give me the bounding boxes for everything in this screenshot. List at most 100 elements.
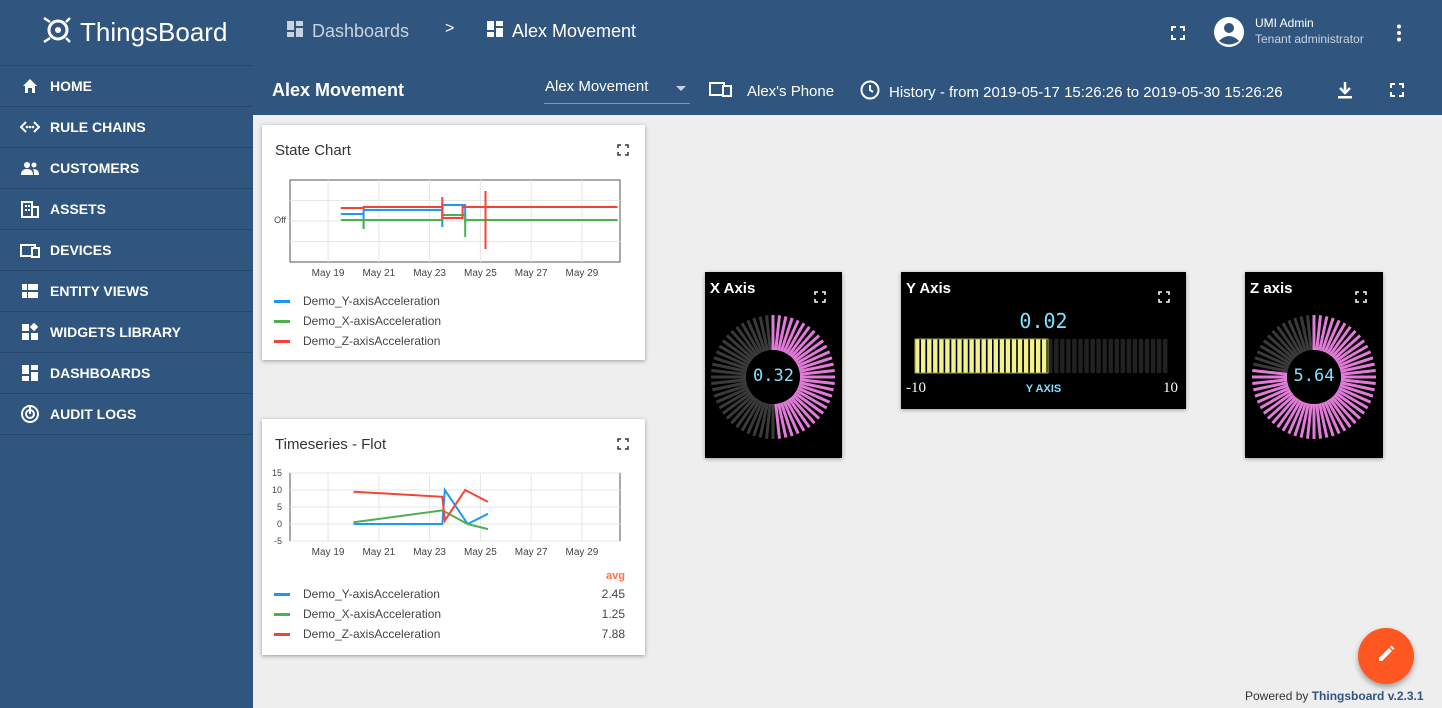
sidebar-item-label: WIDGETS LIBRARY	[50, 324, 181, 340]
gauge-bar-segment	[957, 339, 962, 373]
x-tick-label: May 27	[515, 547, 548, 558]
account-circle-icon	[1213, 16, 1245, 53]
download-icon[interactable]	[1337, 81, 1353, 104]
state-select[interactable]: Alex Movement	[544, 78, 690, 104]
gauge-bar-segment	[951, 339, 956, 373]
legend-item[interactable]: Demo_Z-axisAcceleration	[274, 331, 441, 351]
legend-avg-value: 1.25	[601, 607, 625, 621]
gauge-bar-segment	[921, 339, 926, 373]
devices-icon	[20, 240, 40, 260]
devices-icon	[709, 81, 733, 101]
legend-label: Demo_X-axisAcceleration	[303, 314, 442, 328]
legend-swatch	[274, 319, 290, 323]
widget-title: Z axis	[1250, 280, 1293, 297]
gauge-bar-segment	[1102, 339, 1107, 373]
x-tick-label: May 25	[464, 547, 497, 558]
gauge-bar-segment	[981, 339, 986, 373]
sidebar-item-dashboards[interactable]: DASHBOARDS	[0, 353, 253, 394]
sidebar-item-label: HOME	[50, 78, 92, 94]
sidebar-item-label: DASHBOARDS	[50, 365, 151, 381]
legend-swatch	[274, 339, 290, 343]
state-chart-plot: May 19 May 21 May 23 May 25 May 27 May 29 Off	[274, 179, 621, 279]
entity-views-icon	[20, 281, 40, 301]
dashboard-title: Alex Movement	[272, 80, 405, 100]
legend-item[interactable]: Demo_Z-axisAcceleration 7.88	[274, 624, 629, 644]
gauge-bar-segment	[1023, 339, 1029, 373]
clock-icon	[860, 80, 880, 104]
gauge-bar-segment	[993, 339, 998, 373]
fullscreen-icon[interactable]	[1171, 26, 1185, 45]
dashboards-icon	[20, 363, 40, 383]
sidebar-item-customers[interactable]: CUSTOMERS	[0, 148, 253, 189]
rule-chains-icon	[20, 117, 40, 137]
avg-header: avg	[606, 570, 625, 582]
powered-prefix: Powered by	[1245, 689, 1309, 703]
gauge-bar-segment	[1108, 339, 1113, 373]
dashboard-toolbar: Alex Movement Alex Movement Alex's Phone…	[253, 66, 1442, 115]
fullscreen-icon[interactable]	[814, 290, 826, 308]
x-tick-label: May 25	[464, 268, 497, 279]
entity-select[interactable]: Alex's Phone	[709, 81, 834, 101]
gauge-bar-segment	[939, 339, 944, 373]
state-chart-legend: Demo_Y-axisAcceleration Demo_X-axisAccel…	[274, 291, 441, 351]
legend-item[interactable]: Demo_X-axisAcceleration 1.25	[274, 604, 629, 624]
timeseries-widget: Timeseries - Flot 15 10 5 0 -5 May 19 May 21 Ma…	[262, 419, 645, 655]
gauge-label: Y AXIS	[1025, 383, 1062, 395]
gauge-bar-segment	[1138, 339, 1144, 373]
fullscreen-icon[interactable]	[1390, 83, 1404, 102]
gauge-bar-segment	[1163, 339, 1168, 373]
y-tick-label: 10	[272, 485, 282, 495]
state-select-value: Alex Movement	[545, 78, 649, 95]
gauge-bar-segment	[1156, 339, 1162, 373]
gauge-bar-segment	[987, 339, 992, 373]
y-axis-gauge-widget: Y Axis 0.02 -10 Y AXIS 10	[901, 272, 1186, 409]
gauge-bar-segment	[1005, 339, 1011, 373]
legend-item[interactable]: Demo_X-axisAcceleration	[274, 311, 441, 331]
timewindow-select[interactable]: History - from 2019-05-17 15:26:26 to 20…	[860, 80, 1283, 104]
legend-avg-value: 7.88	[601, 627, 625, 641]
x-tick-label: May 19	[312, 268, 345, 279]
sidebar-item-rule-chains[interactable]: RULE CHAINS	[0, 107, 253, 148]
brand[interactable]: ThingsBoard	[0, 0, 253, 66]
sidebar-item-assets[interactable]: ASSETS	[0, 189, 253, 230]
gauge-bar-segment	[1090, 339, 1095, 373]
legend-swatch	[274, 632, 290, 636]
sidebar-item-audit-logs[interactable]: AUDIT LOGS	[0, 394, 253, 435]
gauge-max: 10	[1163, 380, 1178, 396]
powered-brand-link[interactable]: Thingsboard v.2.3.1	[1312, 689, 1424, 703]
more-vert-icon[interactable]	[1396, 24, 1402, 47]
legend-swatch	[274, 299, 290, 303]
sidebar-item-label: AUDIT LOGS	[50, 406, 137, 422]
sidebar: ThingsBoard HOME RULE CHAINS CUSTOMERS A…	[0, 0, 253, 708]
x-tick-label: May 27	[515, 268, 548, 279]
breadcrumb-separator: >	[445, 20, 455, 37]
legend-label: Demo_Z-axisAcceleration	[303, 627, 441, 641]
sidebar-item-devices[interactable]: DEVICES	[0, 230, 253, 271]
state-chart-widget: State Chart May 19 May 21 May 23 May 25 May …	[262, 125, 645, 360]
x-tick-label: May 19	[312, 547, 345, 558]
audit-logs-icon	[20, 404, 40, 424]
y-tick-label: Off	[274, 215, 286, 225]
gauge-bar-segment	[933, 339, 938, 373]
breadcrumb-dashboards[interactable]: Dashboards	[286, 20, 409, 43]
widget-title: X Axis	[710, 280, 756, 297]
user-role: Tenant administrator	[1255, 32, 1364, 46]
sidebar-item-label: ASSETS	[50, 201, 107, 217]
legend-label: Demo_Y-axisAcceleration	[303, 587, 440, 601]
gauge-value: 5.64	[1293, 366, 1335, 386]
legend-item[interactable]: Demo_Y-axisAcceleration 2.45	[274, 584, 629, 604]
user-menu[interactable]: UMI Admin Tenant administrator	[1213, 14, 1364, 53]
assets-icon	[20, 199, 40, 219]
thingsboard-logo-icon	[40, 12, 80, 53]
user-name: UMI Admin	[1255, 16, 1314, 30]
sidebar-item-entity-views[interactable]: ENTITY VIEWS	[0, 271, 253, 312]
sidebar-item-label: ENTITY VIEWS	[50, 283, 149, 299]
gauge-bar-segment	[1011, 339, 1017, 373]
gauge-bar-segment	[1084, 339, 1089, 373]
sidebar-item-home[interactable]: HOME	[0, 66, 253, 107]
fullscreen-icon[interactable]	[1355, 290, 1367, 308]
legend-item[interactable]: Demo_Y-axisAcceleration	[274, 291, 441, 311]
top-toolbar: Dashboards > Alex Movement UMI Admin Ten…	[253, 0, 1442, 66]
edit-dashboard-button[interactable]	[1358, 628, 1414, 684]
sidebar-item-widgets-library[interactable]: WIDGETS LIBRARY	[0, 312, 253, 353]
